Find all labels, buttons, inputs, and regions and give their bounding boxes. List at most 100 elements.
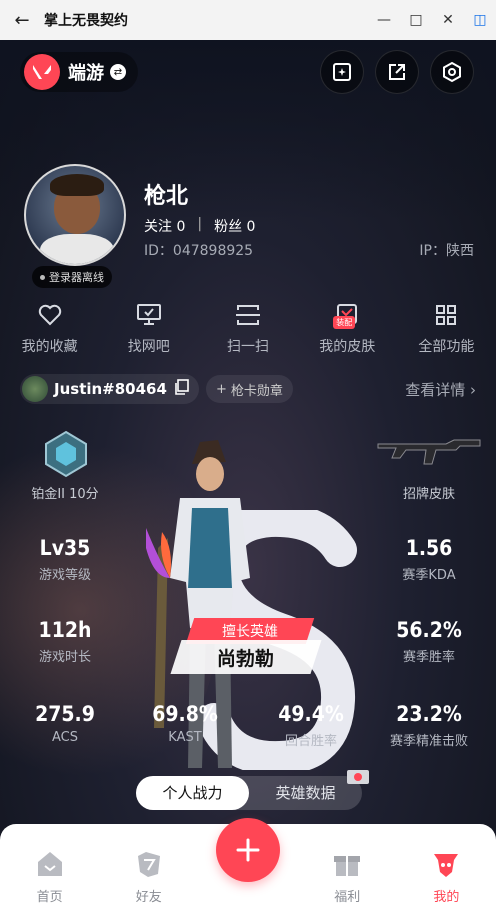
spark-icon: [333, 63, 351, 81]
action-label: 找网吧: [127, 339, 170, 355]
sidebar-toggle-icon[interactable]: ◫: [464, 0, 496, 40]
tab-personal-power[interactable]: 个人战力: [136, 776, 249, 810]
stat-precise-kills: 23.2% 赛季精准击败: [374, 702, 484, 749]
fans-label: 粉丝: [214, 219, 243, 235]
profile-agent-icon: [430, 848, 462, 880]
stat-label: 回合胜率: [284, 734, 337, 749]
stat-acs: 275.9 ACS: [10, 702, 120, 745]
close-icon[interactable]: ✕: [432, 0, 464, 40]
app-name: 端游: [68, 63, 104, 84]
heart-icon: [35, 300, 65, 330]
stat-value: 23.2%: [396, 702, 462, 726]
spark-edit-button[interactable]: [320, 50, 364, 94]
username: 枪北: [144, 184, 189, 209]
stat-season-winrate: 56.2% 赛季胜率: [374, 618, 484, 665]
scan-icon: [233, 300, 263, 330]
back-arrow-icon[interactable]: ←: [0, 0, 44, 40]
plus-icon: +: [216, 381, 227, 397]
stat-kast: 69.8% KAST: [130, 702, 240, 745]
window-titlebar: ← 掌上无畏契约 — □ ✕ ◫: [0, 0, 496, 40]
stat-value: 49.4%: [278, 702, 344, 726]
stat-label: 游戏等级: [38, 568, 91, 583]
action-label: 我的收藏: [21, 339, 78, 355]
ip-location: IP：陕西: [419, 243, 474, 259]
monitor-icon: [134, 300, 164, 330]
action-label: 全部功能: [418, 339, 475, 355]
nav-label: 好友: [135, 890, 162, 905]
action-all-features[interactable]: 全部功能: [397, 296, 496, 360]
grid-icon: [431, 300, 461, 330]
nav-rewards[interactable]: 福利: [298, 840, 397, 923]
create-post-button[interactable]: [216, 818, 280, 882]
action-label: 我的皮肤: [319, 339, 376, 355]
fans-link[interactable]: 粉丝 0: [214, 216, 255, 236]
ticket-icon: [347, 770, 369, 784]
follow-stats: 关注 0 | 粉丝 0: [144, 216, 255, 236]
game-switcher[interactable]: 端游 ⇄: [20, 52, 138, 92]
stat-label: 赛季精准击败: [389, 734, 468, 749]
launcher-status-text: 登录器离线: [49, 271, 104, 284]
stat-kda: 1.56 赛季KDA: [374, 536, 484, 583]
action-my-skins[interactable]: 装配 我的皮肤: [298, 296, 397, 360]
view-details-label: 查看详情: [405, 381, 466, 399]
stat-value: Lv35: [39, 536, 91, 560]
following-count: 0: [176, 219, 186, 235]
equip-badge: 装配: [333, 316, 356, 329]
chevron-right-icon: ›: [470, 381, 476, 399]
status-dot-icon: [40, 274, 45, 280]
card-medal-button[interactable]: + 枪卡勋章: [206, 375, 293, 403]
nav-label: 我的: [433, 890, 460, 905]
following-link[interactable]: 关注 0: [144, 216, 185, 236]
nav-home[interactable]: 首页: [0, 840, 99, 923]
user-id: ID：047898925: [144, 243, 254, 259]
stat-value: 112h: [38, 618, 92, 642]
best-agent-name: 尚勃勒: [217, 647, 275, 670]
gift-icon: [331, 848, 363, 880]
stat-label: 游戏时长: [38, 650, 91, 665]
app-view: 端游 ⇄ 登录器离线 枪北 关注 0 | 粉丝 0 ID：047898925 I…: [0, 40, 496, 923]
following-label: 关注: [144, 219, 172, 235]
copy-icon[interactable]: [173, 379, 189, 399]
view-details-link[interactable]: 查看详情 ›: [405, 379, 476, 400]
stat-label: KAST: [168, 730, 202, 745]
plus-icon: [236, 838, 260, 862]
rank-label: 铂金II 10分: [31, 487, 99, 502]
rifle-skin-icon: [377, 439, 481, 465]
player-card-avatar: [22, 376, 48, 402]
stat-label: 赛季KDA: [402, 568, 456, 583]
action-internet-cafe[interactable]: 找网吧: [99, 296, 198, 360]
home-icon: [34, 848, 66, 880]
game-account-chip[interactable]: Justin#80464: [20, 374, 199, 404]
card-medal-label: 枪卡勋章: [230, 383, 283, 399]
minimize-icon[interactable]: —: [368, 0, 400, 40]
stat-label: 赛季胜率: [402, 650, 455, 665]
data-tabs: 个人战力 英雄数据: [136, 776, 362, 810]
nav-label: 福利: [334, 890, 361, 905]
quick-actions: 我的收藏 找网吧 扫一扫 装配 我的皮肤 全部功能: [0, 296, 496, 360]
share-button[interactable]: [375, 50, 419, 94]
avatar[interactable]: [24, 164, 126, 266]
valorant-logo-icon: [24, 54, 60, 90]
nav-label: 首页: [36, 890, 63, 905]
best-agent-label: 擅长英雄: [222, 624, 278, 640]
action-scan[interactable]: 扫一扫: [198, 296, 297, 360]
best-agent-name-plate[interactable]: 尚勃勒: [170, 640, 322, 674]
window-title: 掌上无畏契约: [44, 13, 128, 29]
action-favorites[interactable]: 我的收藏: [0, 296, 99, 360]
action-label: 扫一扫: [227, 339, 269, 355]
launcher-status-badge: 登录器离线: [32, 266, 112, 288]
stat-playtime: 112h 游戏时长: [10, 618, 120, 665]
stat-label: ACS: [52, 730, 78, 745]
nav-me[interactable]: 我的: [397, 840, 496, 923]
divider: |: [197, 216, 203, 232]
skin-label: 招牌皮肤: [402, 487, 455, 502]
stat-value: 69.8%: [152, 702, 218, 726]
riot-id: Justin#80464: [54, 380, 167, 398]
hexagon-settings-icon: [443, 61, 461, 83]
nav-friends[interactable]: 好友: [99, 840, 198, 923]
rank-platinum-icon: [45, 430, 87, 478]
maximize-icon[interactable]: □: [400, 0, 432, 40]
settings-button[interactable]: [430, 50, 474, 94]
stat-value: 56.2%: [396, 618, 462, 642]
friends-icon: [133, 848, 165, 880]
